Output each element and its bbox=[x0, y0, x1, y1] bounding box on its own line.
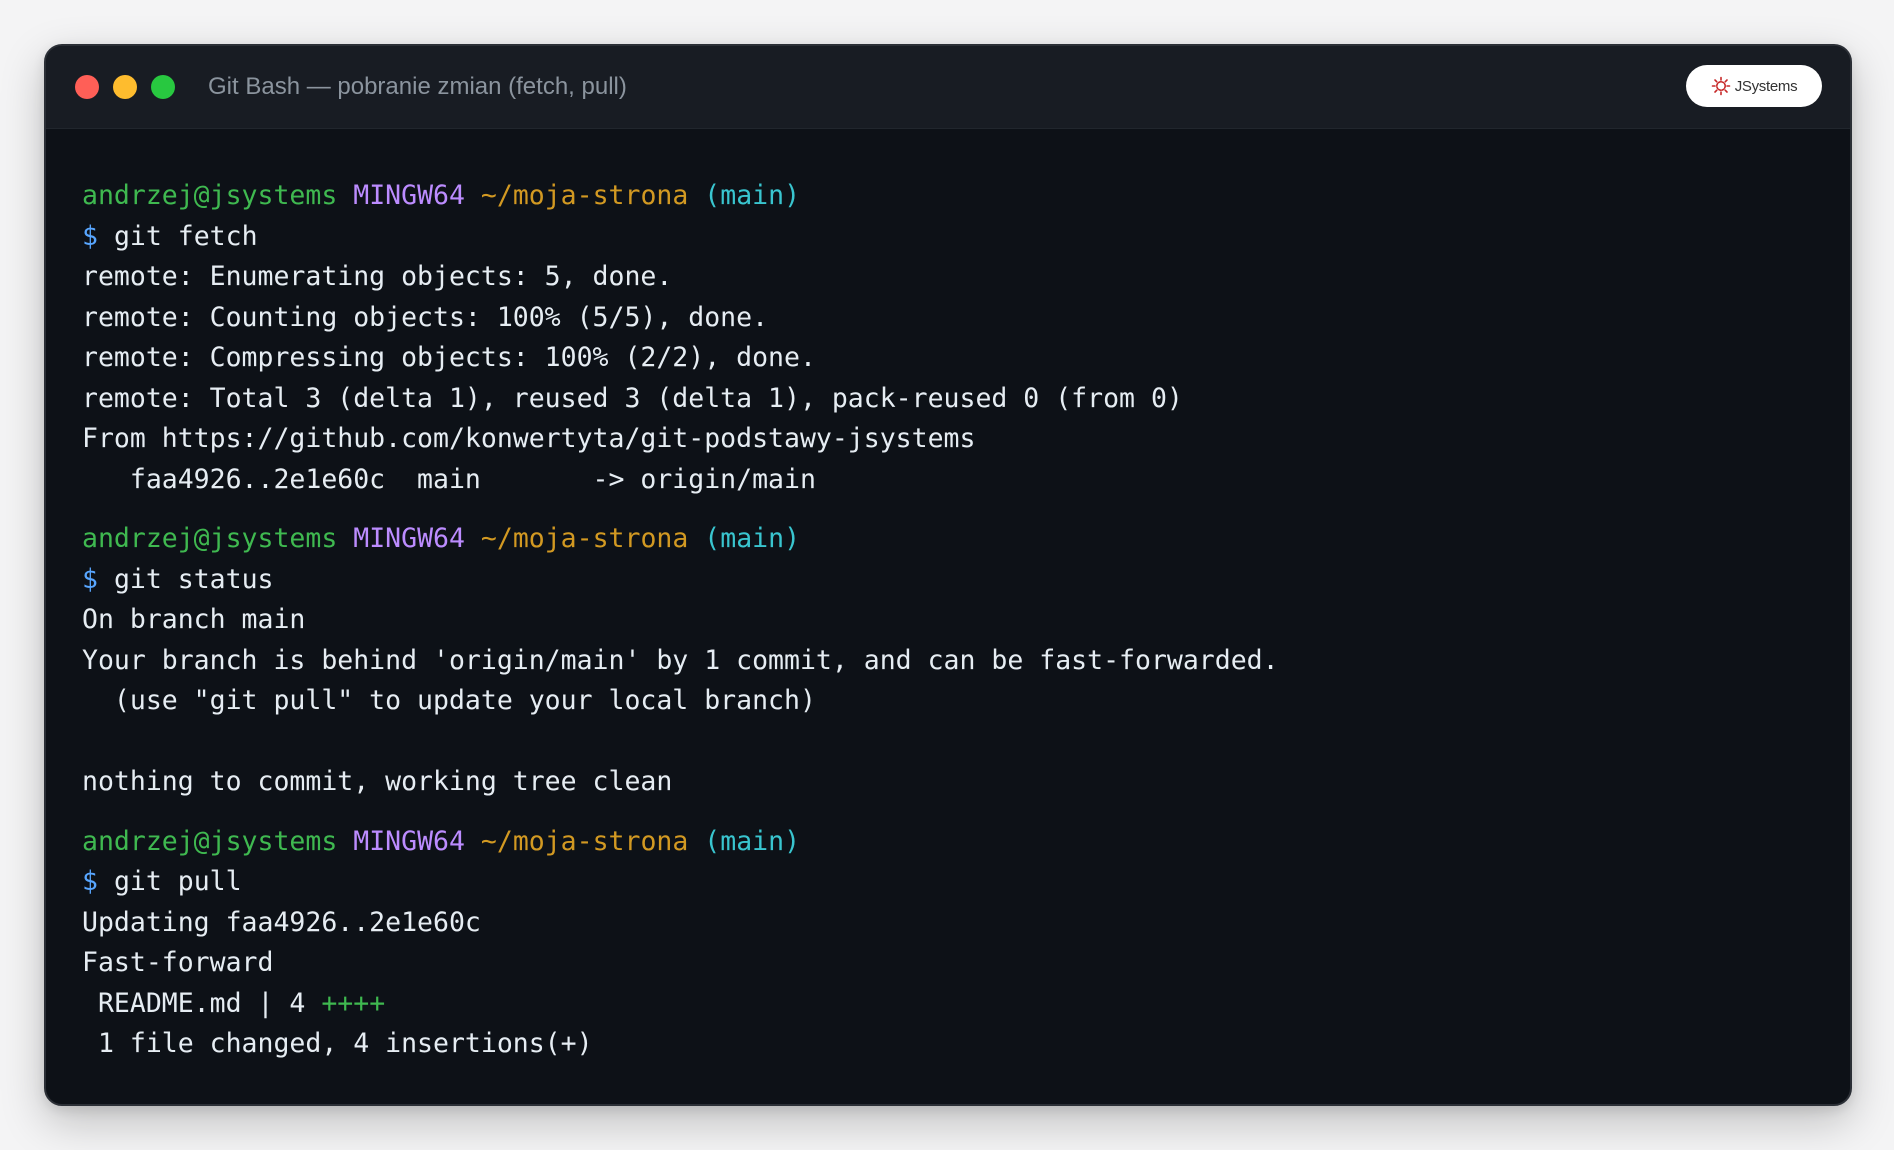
output-line: Updating faa4926..2e1e60c bbox=[82, 906, 481, 938]
output-line: On branch main bbox=[82, 604, 306, 635]
gear-icon bbox=[1711, 76, 1730, 96]
output-line: remote: Compressing objects: 100% (2/2),… bbox=[82, 342, 816, 373]
prompt-user: andrzej@jsystems bbox=[82, 180, 338, 211]
prompt-line: andrzej@jsystems MINGW64 ~/moja-strona (… bbox=[82, 822, 1814, 863]
diffstat-line: README.md | 4 ++++ bbox=[82, 984, 1814, 1025]
output-line: Fast-forward bbox=[82, 947, 274, 978]
output-line: From https://github.com/konwertyta/git-p… bbox=[82, 423, 976, 454]
prompt-symbol: $ bbox=[82, 563, 98, 595]
minimize-button[interactable] bbox=[113, 75, 137, 99]
output-line: nothing to commit, working tree clean bbox=[82, 766, 673, 797]
window-title: Git Bash — pobranie zmian (fetch, pull) bbox=[208, 73, 627, 100]
prompt-user: andrzej@jsystems bbox=[82, 523, 338, 554]
prompt-line: andrzej@jsystems MINGW64 ~/moja-strona (… bbox=[82, 519, 1814, 560]
command-text: git status bbox=[113, 563, 274, 595]
output-line: (use "git pull" to update your local bra… bbox=[82, 685, 816, 716]
command-line: $ git status bbox=[82, 560, 1814, 601]
prompt-branch: (main) bbox=[704, 180, 801, 211]
prompt-branch: (main) bbox=[704, 825, 801, 857]
prompt-branch: (main) bbox=[704, 523, 801, 554]
output-line: faa4926..2e1e60c main -> origin/main bbox=[82, 463, 816, 495]
prompt-symbol: $ bbox=[82, 866, 98, 897]
title-bar: Git Bash — pobranie zmian (fetch, pull) … bbox=[46, 46, 1850, 129]
output-line: remote: Total 3 (delta 1), reused 3 (del… bbox=[82, 382, 1183, 414]
summary-line: 1 file changed, 4 insertions(+) bbox=[82, 1028, 593, 1059]
output-line: remote: Counting objects: 100% (5/5), do… bbox=[82, 301, 769, 333]
jsystems-logo: JSystems bbox=[1686, 65, 1822, 107]
command-text: git fetch bbox=[113, 220, 258, 252]
prompt-path: ~/moja-strona bbox=[480, 523, 689, 554]
prompt-path: ~/moja-strona bbox=[480, 180, 689, 211]
prompt-line: andrzej@jsystems MINGW64 ~/moja-strona (… bbox=[82, 176, 1814, 217]
prompt-symbol: $ bbox=[82, 220, 98, 252]
prompt-host: MINGW64 bbox=[353, 180, 465, 211]
terminal-output[interactable]: andrzej@jsystems MINGW64 ~/moja-strona (… bbox=[82, 176, 1814, 1065]
output-line: remote: Enumerating objects: 5, done. bbox=[82, 261, 673, 292]
output-line: Your branch is behind 'origin/main' by 1… bbox=[82, 644, 1279, 676]
prompt-host: MINGW64 bbox=[353, 825, 465, 857]
prompt-path: ~/moja-strona bbox=[480, 825, 689, 857]
prompt-host: MINGW64 bbox=[353, 523, 465, 554]
command-line: $ git pull bbox=[82, 862, 1814, 903]
diffstat-insertions: ++++ bbox=[321, 987, 386, 1019]
command-text: git pull bbox=[113, 866, 242, 897]
command-line: $ git fetch bbox=[82, 217, 1814, 258]
terminal-window: Git Bash — pobranie zmian (fetch, pull) … bbox=[44, 44, 1852, 1106]
diffstat-file: README.md | 4 bbox=[82, 987, 322, 1019]
logo-text: JSystems bbox=[1734, 77, 1798, 95]
prompt-user: andrzej@jsystems bbox=[82, 825, 338, 857]
maximize-button[interactable] bbox=[151, 75, 175, 99]
close-button[interactable] bbox=[75, 75, 99, 99]
